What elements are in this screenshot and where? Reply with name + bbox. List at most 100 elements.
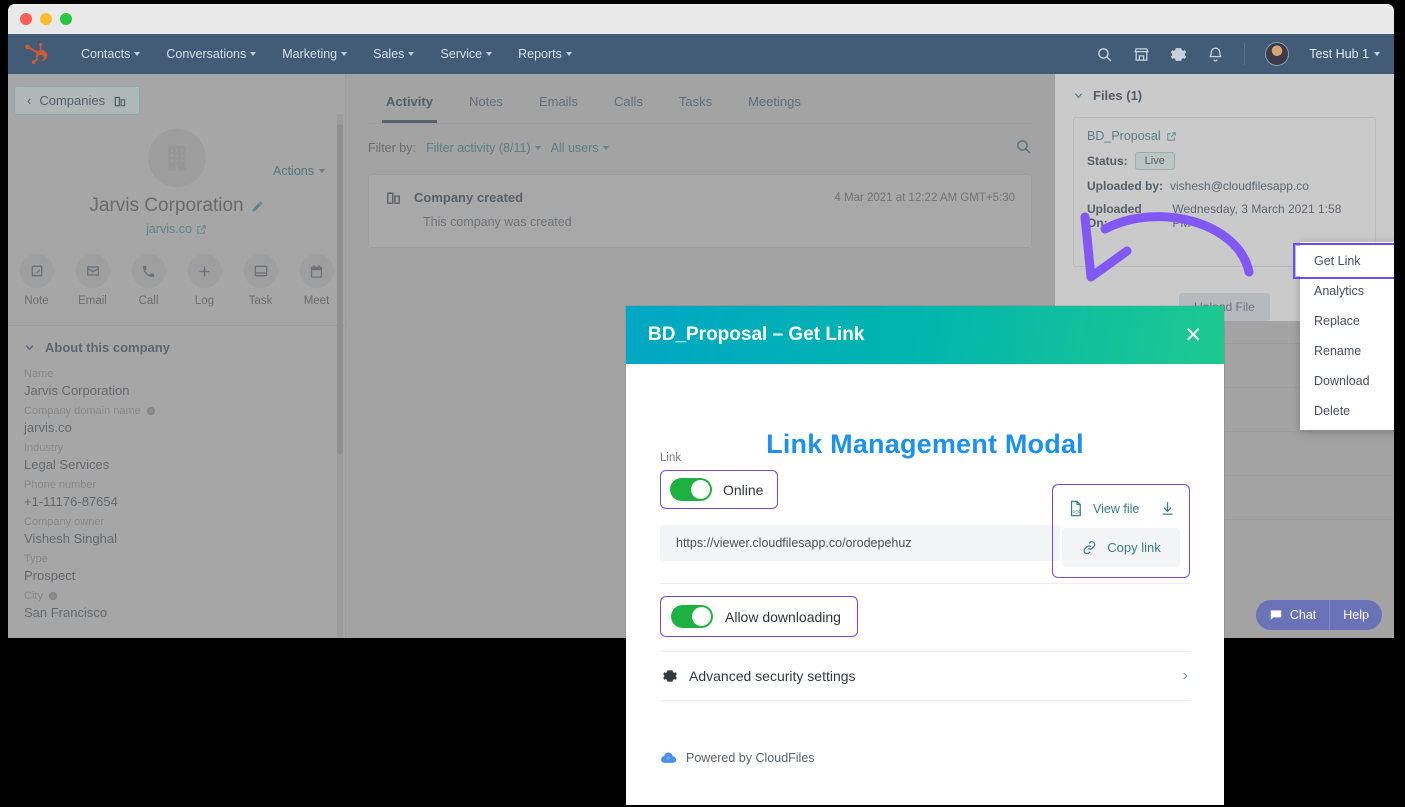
hubspot-logo-icon[interactable]: [22, 41, 48, 67]
download-icon[interactable]: [1159, 500, 1176, 517]
field-value[interactable]: Legal Services: [24, 457, 329, 472]
menu-item-analytics[interactable]: Analytics: [1300, 276, 1394, 306]
actions-label: Actions: [273, 164, 314, 178]
nav-item-contacts[interactable]: Contacts: [68, 47, 153, 61]
nav-item-service[interactable]: Service: [427, 47, 505, 61]
field-value[interactable]: Jarvis Corporation: [24, 383, 329, 398]
nav-label: Contacts: [81, 47, 131, 61]
activity-card[interactable]: Company created 4 Mar 2021 at 12:22 AM G…: [368, 174, 1032, 248]
quick-action-label: Task: [248, 295, 273, 307]
copy-link-button[interactable]: Copy link: [1062, 528, 1180, 567]
sidebar-scrollbar-thumb[interactable]: [337, 124, 343, 454]
company-domain-label: jarvis.co: [146, 222, 192, 236]
menu-item-delete[interactable]: Delete: [1300, 396, 1394, 426]
uploaded-by-key-label: Uploaded by:: [1087, 179, 1164, 193]
chevron-right-icon: ›: [1182, 667, 1188, 684]
company-domain-link[interactable]: jarvis.co: [8, 222, 345, 236]
tab-meetings[interactable]: Meetings: [730, 88, 819, 123]
quick-action-task[interactable]: Task: [239, 254, 283, 307]
info-icon[interactable]: [48, 591, 58, 601]
tab-notes[interactable]: Notes: [451, 88, 521, 123]
quick-action-call[interactable]: Call: [127, 254, 171, 307]
field-value[interactable]: Vishesh Singhal: [24, 531, 329, 546]
nav-label: Reports: [518, 47, 562, 61]
file-status-row: Status: Live: [1087, 152, 1362, 170]
quick-action-label: Email: [78, 295, 107, 307]
about-company-title: About this company: [45, 340, 170, 355]
menu-item-label: Get Link: [1314, 254, 1361, 268]
breadcrumb-companies[interactable]: ‹ Companies: [14, 86, 141, 115]
quick-action-note[interactable]: Note: [15, 254, 59, 307]
field-company-owner: Company owner Vishesh Singhal: [8, 509, 345, 546]
files-section-header[interactable]: Files (1): [1073, 88, 1376, 103]
company-icon: [114, 96, 126, 106]
advanced-security-settings-row[interactable]: Advanced security settings ›: [660, 652, 1190, 701]
chevron-down-icon: [565, 52, 572, 56]
chevron-down-icon: [534, 146, 541, 150]
window-maximize-button[interactable]: [60, 13, 72, 25]
sidebar-actions-menu[interactable]: Actions: [273, 164, 325, 178]
navbar-divider: [1244, 43, 1246, 65]
online-toggle-group[interactable]: Online: [660, 470, 779, 509]
allow-downloading-toggle[interactable]: [671, 605, 713, 628]
field-label: Company domain name: [24, 405, 141, 417]
get-link-modal: BD_Proposal – Get Link ✕ Link Management…: [626, 306, 1224, 805]
menu-item-replace[interactable]: Replace: [1300, 306, 1394, 336]
quick-action-label: Log: [194, 295, 215, 307]
filter-users-dropdown[interactable]: All users: [551, 141, 609, 155]
file-name-link[interactable]: BD_Proposal: [1087, 129, 1362, 143]
window-close-button[interactable]: [20, 13, 32, 25]
tab-activity[interactable]: Activity: [368, 88, 451, 123]
field-value[interactable]: jarvis.co: [24, 420, 329, 435]
online-toggle[interactable]: [670, 478, 712, 501]
close-icon[interactable]: ✕: [1184, 325, 1202, 346]
menu-item-download[interactable]: Download: [1300, 366, 1394, 396]
marketplace-icon[interactable]: [1133, 46, 1150, 63]
powered-by-label: Powered by CloudFiles: [686, 751, 815, 765]
modal-title: BD_Proposal – Get Link: [648, 324, 865, 345]
field-value[interactable]: San Francisco: [24, 605, 329, 620]
help-button[interactable]: Help: [1329, 600, 1382, 630]
share-url-field[interactable]: https://viewer.cloudfilesapp.co/orodepeh…: [660, 525, 1060, 561]
nav-item-conversations[interactable]: Conversations: [153, 47, 269, 61]
menu-item-get-link[interactable]: Get Link: [1293, 243, 1394, 279]
tab-tasks[interactable]: Tasks: [661, 88, 730, 123]
edit-pencil-icon[interactable]: [251, 200, 264, 213]
email-icon: [75, 254, 110, 288]
file-uploaded-on-row: Uploaded On: Wednesday, 3 March 2021 1:5…: [1087, 202, 1362, 230]
company-sidebar: ‹ Companies Actions Jarvis Corporation j…: [8, 74, 346, 638]
quick-action-label: Call: [138, 295, 159, 307]
bell-icon[interactable]: [1207, 46, 1224, 63]
filter-activity-dropdown[interactable]: Filter activity (8/11): [426, 141, 541, 155]
nav-item-reports[interactable]: Reports: [505, 47, 585, 61]
chevron-down-icon: [1374, 52, 1380, 56]
about-company-section-header[interactable]: About this company: [8, 326, 345, 361]
field-value[interactable]: Prospect: [24, 568, 329, 583]
chat-button[interactable]: Chat: [1256, 600, 1329, 630]
window-minimize-button[interactable]: [40, 13, 52, 25]
nav-item-marketing[interactable]: Marketing: [269, 47, 360, 61]
gear-icon[interactable]: [1170, 46, 1187, 63]
chevron-down-icon: [250, 52, 257, 56]
nav-item-sales[interactable]: Sales: [360, 47, 427, 61]
chat-bubble-icon: [1270, 610, 1282, 620]
external-link-icon: [1167, 131, 1176, 141]
tab-calls[interactable]: Calls: [596, 88, 661, 123]
quick-action-meet[interactable]: Meet: [295, 254, 339, 307]
allow-downloading-group[interactable]: Allow downloading: [660, 596, 858, 637]
quick-action-log[interactable]: Log: [183, 254, 227, 307]
tab-emails[interactable]: Emails: [521, 88, 596, 123]
sidebar-scrollbar-track[interactable]: [337, 114, 343, 638]
quick-action-email[interactable]: Email: [71, 254, 115, 307]
avatar[interactable]: [1265, 42, 1290, 66]
menu-item-rename[interactable]: Rename: [1300, 336, 1394, 366]
activity-search-button[interactable]: [1015, 138, 1032, 158]
info-icon[interactable]: [146, 406, 156, 416]
building-icon: [167, 145, 186, 171]
search-icon: [1017, 140, 1031, 154]
search-icon[interactable]: [1096, 46, 1113, 63]
view-file-button[interactable]: PDF View file: [1062, 493, 1180, 528]
help-label: Help: [1343, 608, 1369, 622]
field-value[interactable]: +1-11176-87654: [24, 494, 329, 509]
user-menu[interactable]: Test Hub 1: [1309, 47, 1380, 61]
